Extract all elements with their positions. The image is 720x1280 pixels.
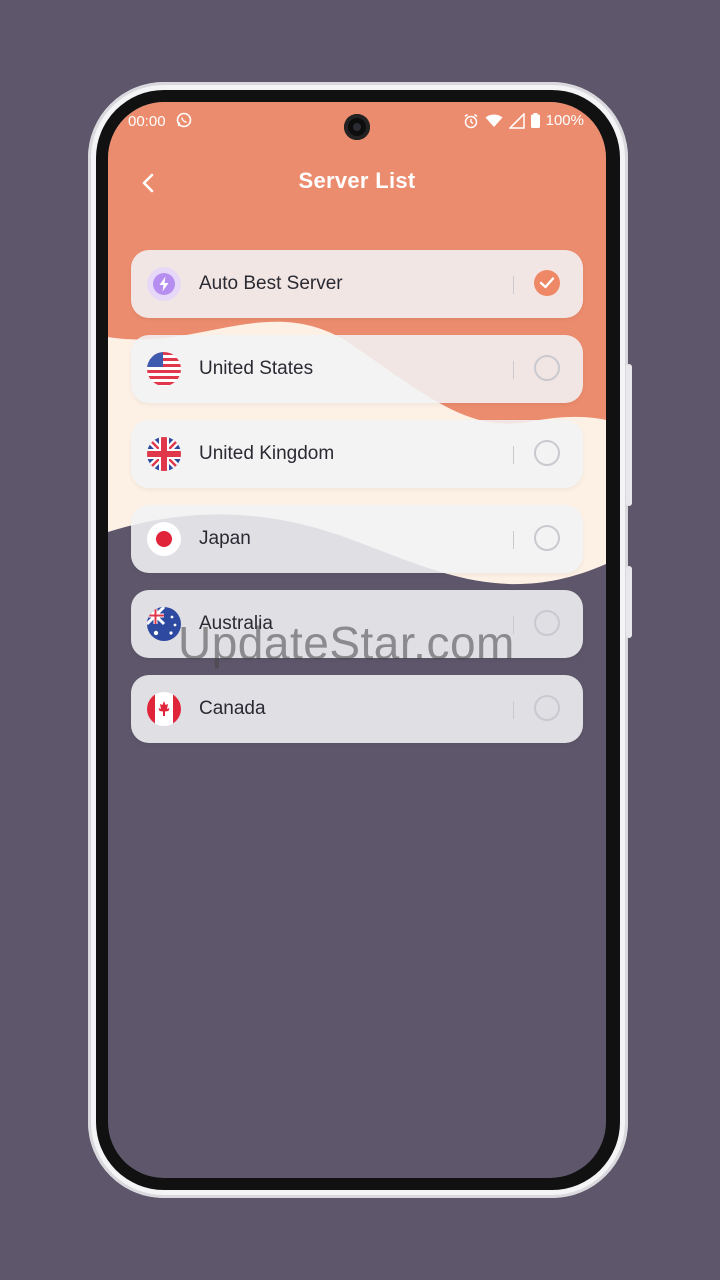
signal-icon (508, 112, 525, 129)
wifi-icon (485, 114, 503, 127)
status-bar: 00:00 100% (108, 102, 606, 142)
whatsapp-icon (176, 112, 192, 128)
divider (513, 701, 514, 719)
flag-uk-icon (147, 437, 181, 471)
unselected-radio[interactable] (534, 355, 560, 381)
lightning-icon (147, 267, 181, 301)
server-name: Australia (199, 613, 273, 634)
server-row-australia[interactable]: Australia (131, 590, 583, 658)
app-screen: 00:00 100% Server List Auto Best Server … (108, 102, 606, 1178)
server-name: United Kingdom (199, 443, 335, 464)
server-name: United States (199, 358, 314, 379)
server-row-auto-best[interactable]: Auto Best Server (131, 250, 583, 318)
power-button (626, 566, 632, 638)
status-time: 00:00 (128, 113, 166, 130)
divider (513, 276, 514, 294)
server-row-united-kingdom[interactable]: United Kingdom (131, 420, 583, 488)
battery-icon (530, 113, 540, 128)
flag-ca-icon (147, 692, 181, 726)
server-row-united-states[interactable]: United States (131, 335, 583, 403)
unselected-radio[interactable] (534, 440, 560, 466)
flag-au-icon (147, 607, 181, 641)
server-name: Auto Best Server (199, 273, 343, 294)
selected-radio[interactable] (534, 270, 560, 296)
unselected-radio[interactable] (534, 695, 560, 721)
divider (513, 446, 514, 464)
alarm-icon (464, 113, 478, 128)
flag-jp-icon (147, 522, 181, 556)
battery-percentage: 100% (545, 112, 584, 129)
divider (513, 531, 514, 549)
unselected-radio[interactable] (534, 525, 560, 551)
divider (513, 361, 514, 379)
volume-button (626, 364, 632, 506)
server-row-japan[interactable]: Japan (131, 505, 583, 573)
server-list: Auto Best Server United States United Ki… (131, 250, 583, 760)
top-bar: Server List (108, 162, 606, 202)
front-camera (344, 114, 370, 140)
unselected-radio[interactable] (534, 610, 560, 636)
server-name: Japan (199, 528, 251, 549)
server-row-canada[interactable]: Canada (131, 675, 583, 743)
flag-us-icon (147, 352, 181, 386)
divider (513, 616, 514, 634)
page-title: Server List (298, 168, 416, 193)
check-icon (539, 277, 555, 289)
server-name: Canada (199, 698, 266, 719)
